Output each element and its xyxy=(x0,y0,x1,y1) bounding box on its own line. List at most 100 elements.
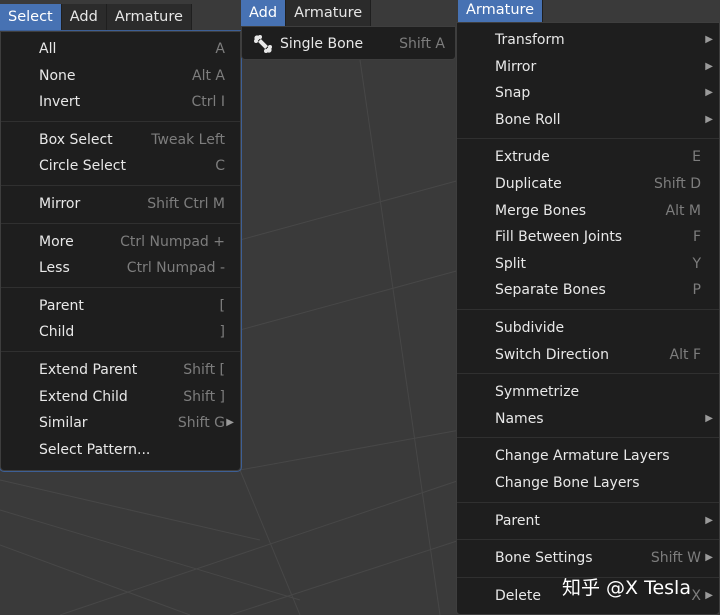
tab-armature[interactable]: Armature xyxy=(458,0,544,22)
menu-item-shortcut: ] xyxy=(219,324,225,341)
menu-item-label: Bone Roll xyxy=(495,111,561,128)
menu-item-split[interactable]: Split Y xyxy=(457,251,719,278)
menu-item-circle-select[interactable]: Circle Select C xyxy=(1,153,240,180)
menu-item-label: Extend Parent xyxy=(39,361,138,378)
menu-item-shortcut: Y xyxy=(692,255,701,272)
menu-item-extend-child[interactable]: Extend Child Shift ] xyxy=(1,384,240,411)
menu-item-label: Child xyxy=(39,324,75,341)
menu-item-label: Split xyxy=(495,255,527,272)
menu-item-label: Duplicate xyxy=(495,175,562,192)
menu-item-names[interactable]: Names ▶ xyxy=(457,406,719,433)
watermark: 知乎 @X Tesla xyxy=(562,577,691,599)
menu-item-shortcut: Shift Ctrl M xyxy=(147,195,225,212)
menu-item-label: Similar xyxy=(39,415,88,432)
menu-item-label: Change Armature Layers xyxy=(495,448,670,465)
submenu-arrow-icon: ▶ xyxy=(705,113,713,125)
menu-item-label: All xyxy=(39,41,57,57)
armature-menu: Transform ▶ Mirror ▶ Snap ▶ Bone Roll ▶ Extrude E… xyxy=(456,22,720,615)
menu-item-label: Merge Bones xyxy=(495,202,587,219)
menu-item-snap[interactable]: Snap ▶ xyxy=(457,80,719,107)
menu-item-label: Invert xyxy=(39,94,81,111)
menu-item-label: Extend Child xyxy=(39,388,128,405)
menu-item-label: Mirror xyxy=(495,58,537,75)
menu-item-extrude[interactable]: Extrude E xyxy=(457,144,719,171)
menu-item-label: Select Pattern... xyxy=(39,441,151,458)
menu-item-none[interactable]: None Alt A xyxy=(1,63,240,90)
menu-item-shortcut: Ctrl I xyxy=(191,94,226,111)
menu-item-duplicate[interactable]: Duplicate Shift D xyxy=(457,171,719,198)
menu-item-symmetrize[interactable]: Symmetrize xyxy=(457,379,719,406)
tab-armature[interactable]: Armature xyxy=(286,0,372,26)
menu-item-single-bone[interactable]: Single Bone Shift A xyxy=(242,31,455,58)
menu-item-all[interactable]: All A xyxy=(1,36,240,63)
tab-add[interactable]: Add xyxy=(241,0,287,26)
menu-item-mirror[interactable]: Mirror ▶ xyxy=(457,54,719,81)
menu-item-more[interactable]: More Ctrl Numpad + xyxy=(1,229,240,256)
menu-separator xyxy=(457,539,719,541)
menu-item-label: Single Bone xyxy=(280,36,364,52)
menu-item-shortcut: F xyxy=(692,229,701,246)
tab-armature[interactable]: Armature xyxy=(107,4,192,30)
menu-item-shortcut: C xyxy=(215,158,225,175)
menu-item-label: Subdivide xyxy=(495,319,565,336)
menu-item-fill-between-joints[interactable]: Fill Between Joints F xyxy=(457,224,719,251)
menu-item-change-bone-layers[interactable]: Change Bone Layers xyxy=(457,470,719,497)
menu-separator xyxy=(1,286,240,288)
menu-item-invert[interactable]: Invert Ctrl I xyxy=(1,89,240,116)
menu-item-box-select[interactable]: Box Select Tweak Left xyxy=(1,127,240,154)
menu-item-label: Parent xyxy=(495,512,540,529)
menu-item-separate-bones[interactable]: Separate Bones P xyxy=(457,277,719,304)
submenu-arrow-icon: ▶ xyxy=(705,60,713,72)
menu-item-label: Transform xyxy=(495,32,565,48)
menu-item-select-pattern[interactable]: Select Pattern... xyxy=(1,437,240,464)
tab-add[interactable]: Add xyxy=(62,4,107,30)
menu-item-less[interactable]: Less Ctrl Numpad - xyxy=(1,255,240,282)
menu-item-label: Symmetrize xyxy=(495,384,580,401)
bone-icon xyxy=(254,35,272,53)
menu-item-label: Separate Bones xyxy=(495,282,606,299)
add-menu: Single Bone Shift A xyxy=(241,26,456,60)
menu-item-bone-roll[interactable]: Bone Roll ▶ xyxy=(457,107,719,134)
menu-item-extend-parent[interactable]: Extend Parent Shift [ xyxy=(1,357,240,384)
menu-item-child[interactable]: Child] xyxy=(1,319,240,346)
submenu-arrow-icon: ▶ xyxy=(705,514,713,526)
menu-item-switch-direction[interactable]: Switch Direction Alt F xyxy=(457,342,719,369)
menu-item-parent[interactable]: Parent [ xyxy=(1,293,240,320)
menu-item-shortcut: Shift A xyxy=(399,36,445,52)
menu-item-label: Mirror xyxy=(39,195,81,212)
armature-header: Armature xyxy=(458,0,544,22)
menu-item-label: Less xyxy=(39,260,70,277)
submenu-arrow-icon: ▶ xyxy=(705,412,713,424)
menu-item-label: Fill Between Joints xyxy=(495,229,623,246)
tab-select[interactable]: Select xyxy=(0,4,62,30)
menu-separator xyxy=(457,437,719,439)
select-header: Select Add Armature xyxy=(0,4,192,30)
menu-item-shortcut: Ctrl Numpad + xyxy=(120,233,225,250)
menu-separator xyxy=(1,222,240,224)
menu-item-label: Circle Select xyxy=(39,158,126,175)
menu-item-shortcut: A xyxy=(215,41,225,57)
menu-separator xyxy=(457,138,719,140)
menu-item-bone-settings[interactable]: Bone Settings Shift W ▶ xyxy=(457,545,719,572)
menu-item-shortcut: Shift [ xyxy=(183,361,225,378)
select-menu: All A None Alt A Invert Ctrl I Box Select Tweak… xyxy=(0,31,241,471)
menu-item-shortcut: X xyxy=(691,587,701,604)
menu-item-similar[interactable]: Similar Shift G ▶ xyxy=(1,410,240,437)
menu-item-label: Extrude xyxy=(495,149,550,166)
menu-item-change-armature-layers[interactable]: Change Armature Layers xyxy=(457,443,719,470)
submenu-arrow-icon: ▶ xyxy=(226,417,234,429)
menu-item-subdivide[interactable]: Subdivide xyxy=(457,315,719,342)
menu-separator xyxy=(457,373,719,375)
menu-separator xyxy=(457,501,719,503)
menu-item-transform[interactable]: Transform ▶ xyxy=(457,27,719,54)
menu-item-label: Snap xyxy=(495,85,531,102)
menu-item-merge-bones[interactable]: Merge Bones Alt M xyxy=(457,198,719,225)
menu-item-shortcut: Ctrl Numpad - xyxy=(126,260,225,277)
menu-item-parent[interactable]: Parent ▶ xyxy=(457,508,719,535)
menu-item-label: Box Select xyxy=(39,131,113,148)
menu-item-mirror[interactable]: Mirror Shift Ctrl M xyxy=(1,191,240,218)
menu-item-shortcut: Shift D xyxy=(653,175,701,192)
menu-item-shortcut: E xyxy=(692,149,701,166)
menu-item-shortcut: Alt F xyxy=(669,346,701,363)
submenu-arrow-icon: ▶ xyxy=(705,87,713,99)
